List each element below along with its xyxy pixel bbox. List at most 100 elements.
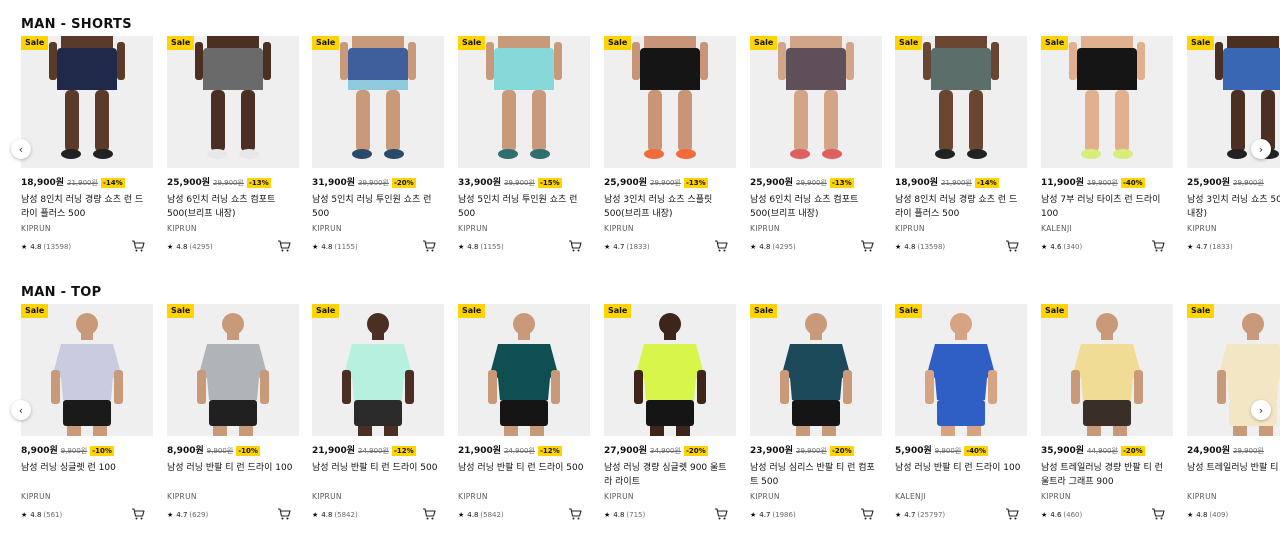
original-price: 29,900원 — [796, 179, 827, 187]
cart-icon[interactable] — [131, 240, 145, 252]
product-image[interactable]: Sale — [167, 304, 299, 436]
product-image[interactable]: Sale — [750, 36, 882, 168]
current-price: 8,900원 — [21, 446, 58, 456]
current-price: 25,900원 — [167, 178, 211, 188]
rating-value: 4.8 — [1196, 511, 1208, 519]
rating: ★ 4.7 (1833) — [604, 243, 650, 251]
brand-name: KIPRUN — [21, 224, 51, 233]
rating: ★ 4.8 (5842) — [458, 511, 504, 519]
product-name[interactable]: 남성 러닝 심리스 반팔 티 런 컴포트 500 — [750, 461, 880, 489]
carousel-next-button[interactable]: › — [1251, 400, 1271, 420]
original-price: 21,900원 — [67, 179, 98, 187]
cart-icon[interactable] — [568, 240, 582, 252]
product-card[interactable]: Sale 27,900원 34,900원 -20% 남성 러닝 경량 싱글렛 900 울… — [604, 304, 736, 534]
cart-icon[interactable] — [1151, 508, 1165, 520]
cart-icon[interactable] — [860, 508, 874, 520]
product-card[interactable]: Sale 25,900원 29,900원 -13% 남성 3인치 러닝 쇼츠 스플릿 5… — [604, 36, 736, 266]
discount-badge: -13% — [683, 178, 708, 188]
product-image[interactable]: Sale — [895, 36, 1027, 168]
price-row: 18,900원 21,900원 -14% — [21, 177, 125, 189]
cart-icon[interactable] — [568, 508, 582, 520]
original-price: 9,900원 — [60, 447, 88, 455]
product-name[interactable]: 남성 러닝 반팔 티 런 드라이 100 — [167, 461, 297, 475]
product-image[interactable]: Sale — [458, 304, 590, 436]
product-card[interactable]: Sale 21,900원 24,900원 -12% 남성 러닝 반팔 티 런 드라이 5… — [458, 304, 590, 534]
product-card[interactable]: Sale 8,900원 9,900원 -10% 남성 러닝 반팔 티 런 드라이 100… — [167, 304, 299, 534]
product-carousel: Sale 18,900원 21,900원 -14% 남성 8인치 러닝 경량 쇼츠 런 … — [21, 36, 1280, 266]
product-card[interactable]: Sale 24,900원29,900원남성 트레일러닝 반팔 티 런 500 KIP… — [1187, 304, 1280, 534]
rating: ★ 4.7 (1833) — [1187, 243, 1233, 251]
product-card[interactable]: Sale 8,900원 9,900원 -10% 남성 러닝 싱글렛 런 100 KIPRU… — [21, 304, 153, 534]
product-image[interactable]: Sale — [604, 304, 736, 436]
cart-icon[interactable] — [131, 508, 145, 520]
current-price: 23,900원 — [750, 446, 794, 456]
sale-badge: Sale — [1187, 36, 1215, 50]
product-image[interactable]: Sale — [167, 36, 299, 168]
product-card[interactable]: Sale 23,900원 29,900원 -20% 남성 러닝 심리스 반팔 티 런 컴… — [750, 304, 882, 534]
product-photo — [925, 313, 997, 436]
product-image[interactable]: Sale — [312, 36, 444, 168]
sale-badge: Sale — [312, 304, 340, 318]
product-image[interactable]: Sale — [21, 304, 153, 436]
rating: ★ 4.8 (561) — [21, 511, 62, 519]
product-card[interactable]: Sale 11,900원 19,900원 -40% 남성 7부 러닝 타이츠 런 드라이… — [1041, 36, 1173, 266]
product-name[interactable]: 남성 6인치 러닝 쇼츠 컴포트 500(브리프 내장) — [167, 193, 297, 221]
product-name[interactable]: 남성 7부 러닝 타이츠 런 드라이 100 — [1041, 193, 1171, 221]
cart-icon[interactable] — [714, 508, 728, 520]
product-card[interactable]: Sale 33,900원 39,900원 -15% 남성 5인치 러닝 투인원 쇼츠 런… — [458, 36, 590, 266]
cart-icon[interactable] — [1151, 240, 1165, 252]
product-image[interactable]: Sale — [1041, 304, 1173, 436]
product-name[interactable]: 남성 러닝 반팔 티 런 드라이 500 — [312, 461, 442, 475]
original-price: 34,900원 — [650, 447, 681, 455]
product-card[interactable]: Sale 18,900원 21,900원 -14% 남성 8인치 러닝 경량 쇼츠 런 … — [895, 36, 1027, 266]
carousel-next-button[interactable]: › — [1251, 139, 1271, 159]
product-image[interactable]: Sale — [604, 36, 736, 168]
product-image[interactable]: Sale — [21, 36, 153, 168]
product-photo — [634, 313, 706, 436]
discount-badge: -20% — [1120, 446, 1145, 456]
product-name[interactable]: 남성 5인치 러닝 투인원 쇼츠 런 500 — [458, 193, 588, 221]
rating-value: 4.8 — [904, 243, 916, 251]
product-image[interactable]: Sale — [750, 304, 882, 436]
product-card[interactable]: Sale 31,900원 39,900원 -20% 남성 5인치 러닝 투인원 쇼츠 런… — [312, 36, 444, 266]
carousel-prev-button[interactable]: ‹ — [11, 139, 31, 159]
original-price: 29,900원 — [1233, 179, 1264, 187]
product-card[interactable]: Sale 21,900원 24,900원 -12% 남성 러닝 반팔 티 런 드라이 5… — [312, 304, 444, 534]
product-name[interactable]: 남성 5인치 러닝 투인원 쇼츠 런 500 — [312, 193, 442, 221]
product-name[interactable]: 남성 트레일러닝 반팔 티 런 500 — [1187, 461, 1280, 475]
product-name[interactable]: 남성 8인치 러닝 경량 쇼츠 런 드라이 플러스 500 — [21, 193, 151, 221]
product-image[interactable]: Sale — [458, 36, 590, 168]
product-card[interactable]: Sale 25,900원 29,900원 -13% 남성 6인치 러닝 쇼츠 컴포트 5… — [167, 36, 299, 266]
star-icon: ★ — [1187, 511, 1194, 519]
cart-icon[interactable] — [277, 508, 291, 520]
product-card[interactable]: Sale 5,900원 9,900원 -40% 남성 러닝 반팔 티 런 드라이 100… — [895, 304, 1027, 534]
product-name[interactable]: 남성 러닝 경량 싱글렛 900 울트라 라이트 — [604, 461, 734, 489]
product-name[interactable]: 남성 3인치 러닝 쇼츠 500(브리프 내장) — [1187, 193, 1280, 221]
cart-icon[interactable] — [1005, 508, 1019, 520]
cart-icon[interactable] — [860, 240, 874, 252]
product-name[interactable]: 남성 3인치 러닝 쇼츠 스플릿 500(브리프 내장) — [604, 193, 734, 221]
cart-icon[interactable] — [422, 508, 436, 520]
product-name[interactable]: 남성 6인치 러닝 쇼츠 컴포트 500(브리프 내장) — [750, 193, 880, 221]
cart-icon[interactable] — [714, 240, 728, 252]
product-name[interactable]: 남성 러닝 반팔 티 런 드라이 100 — [895, 461, 1025, 475]
original-price: 24,900원 — [358, 447, 389, 455]
product-photo — [632, 36, 708, 159]
cart-icon[interactable] — [1005, 240, 1019, 252]
product-image[interactable]: Sale — [1041, 36, 1173, 168]
product-name[interactable]: 남성 러닝 반팔 티 런 드라이 500 — [458, 461, 588, 475]
star-icon: ★ — [1041, 243, 1048, 251]
product-name[interactable]: 남성 러닝 싱글렛 런 100 — [21, 461, 151, 475]
product-name[interactable]: 남성 트레일러닝 경량 반팔 티 런 울트라 그래프 900 — [1041, 461, 1171, 489]
product-name[interactable]: 남성 8인치 러닝 경량 쇼츠 런 드라이 플러스 500 — [895, 193, 1025, 221]
carousel-prev-button[interactable]: ‹ — [11, 400, 31, 420]
product-card[interactable]: Sale 25,900원 29,900원 -13% 남성 6인치 러닝 쇼츠 컴포트 5… — [750, 36, 882, 266]
cart-icon[interactable] — [277, 240, 291, 252]
product-image[interactable]: Sale — [312, 304, 444, 436]
product-card[interactable]: Sale 35,900원 44,900원 -20% 남성 트레일러닝 경량 반팔 티 런… — [1041, 304, 1173, 534]
product-image[interactable]: Sale — [895, 304, 1027, 436]
cart-icon[interactable] — [422, 240, 436, 252]
current-price: 25,900원 — [750, 178, 794, 188]
product-card[interactable]: Sale 18,900원 21,900원 -14% 남성 8인치 러닝 경량 쇼츠 런 … — [21, 36, 153, 266]
star-icon: ★ — [750, 511, 757, 519]
